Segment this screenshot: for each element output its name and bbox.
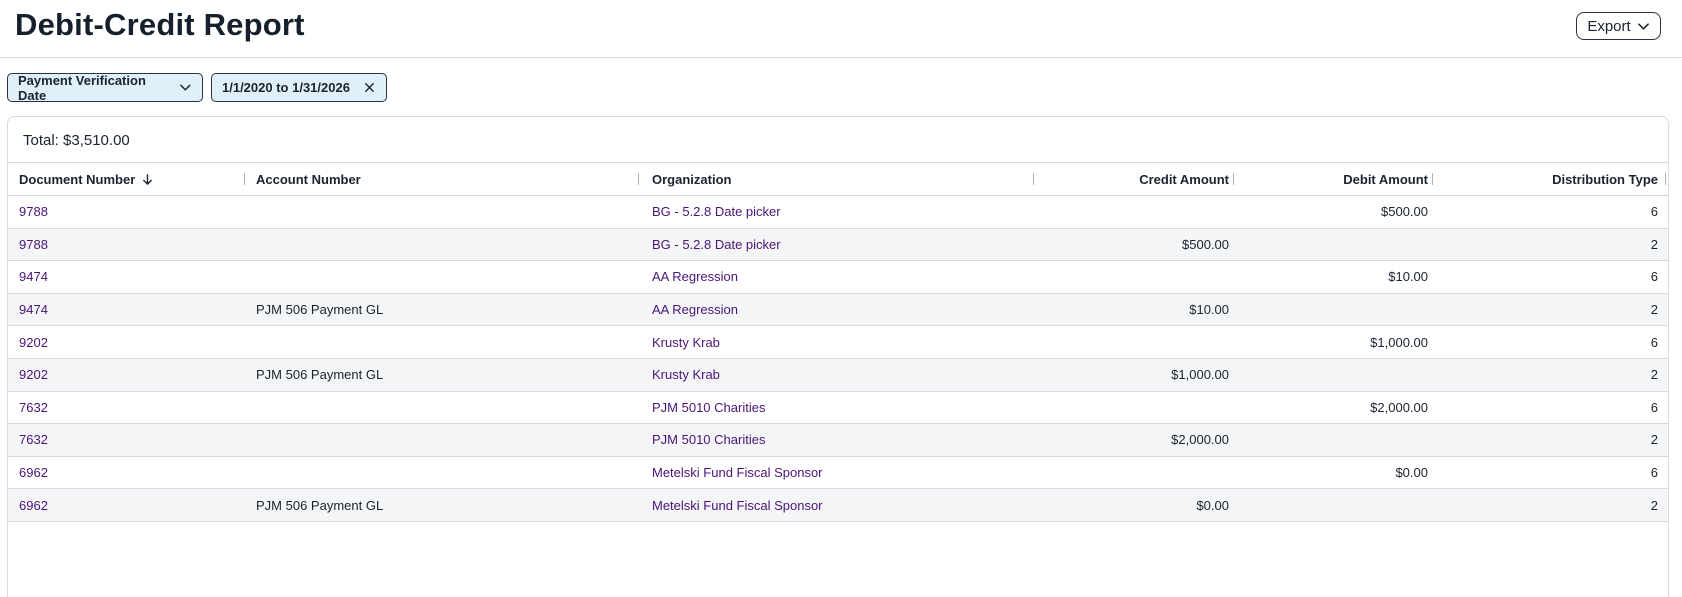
document-number-link[interactable]: 9788 — [19, 237, 48, 252]
credit-amount-cell: $10.00 — [1189, 302, 1229, 318]
document-number-link[interactable]: 6962 — [19, 498, 48, 513]
column-header-credit-amount[interactable]: Credit Amount — [1038, 163, 1229, 195]
credit-amount-cell: $0.00 — [1196, 497, 1229, 513]
column-header-account-number[interactable]: Account Number — [256, 163, 636, 195]
account-number-cell: PJM 506 Payment GL — [256, 497, 384, 513]
document-number-link[interactable]: 9202 — [19, 335, 48, 350]
chevron-down-icon — [1637, 22, 1649, 30]
column-resize-handle[interactable] — [638, 173, 639, 185]
debit-amount-cell: $500.00 — [1381, 204, 1428, 220]
distribution-type-cell: 2 — [1650, 432, 1658, 448]
organization-link[interactable]: Metelski Fund Fiscal Sponsor — [652, 498, 823, 513]
chevron-down-icon — [180, 84, 191, 91]
organization-link[interactable]: PJM 5010 Charities — [652, 400, 765, 415]
sort-arrow-down-icon — [143, 173, 153, 185]
table-row: 9788 BG - 5.2.8 Date picker $500.00 6 — [8, 196, 1668, 229]
table-row: 7632 PJM 5010 Charities $2,000.00 6 — [8, 392, 1668, 425]
export-button[interactable]: Export — [1576, 12, 1661, 40]
distribution-type-cell: 2 — [1650, 302, 1658, 318]
document-number-link[interactable]: 9474 — [19, 302, 48, 317]
organization-link[interactable]: AA Regression — [652, 269, 738, 284]
column-header-label: Organization — [652, 171, 732, 187]
credit-amount-cell: $2,000.00 — [1171, 432, 1229, 448]
distribution-type-cell: 2 — [1650, 497, 1658, 513]
column-resize-handle[interactable] — [1233, 173, 1234, 185]
distribution-type-cell: 6 — [1650, 269, 1658, 285]
column-resize-handle[interactable] — [244, 173, 245, 185]
organization-link[interactable]: BG - 5.2.8 Date picker — [652, 204, 781, 219]
table-row: 9474 PJM 506 Payment GL AA Regression $1… — [8, 293, 1668, 327]
total-amount: Total: $3,510.00 — [23, 132, 130, 149]
column-resize-handle[interactable] — [1432, 173, 1433, 185]
column-header-debit-amount[interactable]: Debit Amount — [1238, 163, 1428, 195]
table-header: Document Number Account Number Organizat… — [8, 163, 1668, 196]
column-header-label: Distribution Type — [1552, 171, 1658, 187]
table-row: 6962 Metelski Fund Fiscal Sponsor $0.00 … — [8, 457, 1668, 490]
table-row: 6962 PJM 506 Payment GL Metelski Fund Fi… — [8, 489, 1668, 522]
page-title: Debit-Credit Report — [15, 7, 305, 42]
column-header-organization[interactable]: Organization — [652, 163, 1032, 195]
column-header-label: Credit Amount — [1139, 171, 1229, 187]
export-label: Export — [1587, 17, 1631, 35]
date-range-filter-chip[interactable]: 1/1/2020 to 1/31/2026 — [211, 73, 387, 102]
document-number-link[interactable]: 6962 — [19, 465, 48, 480]
document-number-link[interactable]: 7632 — [19, 432, 48, 447]
organization-link[interactable]: AA Regression — [652, 302, 738, 317]
distribution-type-cell: 6 — [1650, 204, 1658, 220]
table-row: 9202 PJM 506 Payment GL Krusty Krab $1,0… — [8, 358, 1668, 392]
document-number-link[interactable]: 7632 — [19, 400, 48, 415]
column-header-document-number[interactable]: Document Number — [19, 163, 239, 195]
date-field-filter-chip[interactable]: Payment Verification Date — [7, 72, 203, 103]
organization-link[interactable]: BG - 5.2.8 Date picker — [652, 237, 781, 252]
debit-amount-cell: $2,000.00 — [1370, 399, 1428, 415]
table-row: 9788 BG - 5.2.8 Date picker $500.00 2 — [8, 228, 1668, 262]
debit-amount-cell: $10.00 — [1388, 269, 1428, 285]
table-row: 9474 AA Regression $10.00 6 — [8, 261, 1668, 294]
debit-amount-cell: $1,000.00 — [1370, 334, 1428, 350]
column-resize-handle[interactable] — [1665, 173, 1666, 185]
account-number-cell: PJM 506 Payment GL — [256, 367, 384, 383]
distribution-type-cell: 2 — [1650, 367, 1658, 383]
distribution-type-cell: 2 — [1650, 236, 1658, 252]
organization-link[interactable]: PJM 5010 Charities — [652, 432, 765, 447]
column-header-label: Document Number — [19, 171, 136, 187]
credit-amount-cell: $1,000.00 — [1171, 367, 1229, 383]
close-icon[interactable] — [363, 81, 376, 94]
distribution-type-cell: 6 — [1650, 334, 1658, 350]
document-number-link[interactable]: 9474 — [19, 269, 48, 284]
table-body: 9788 BG - 5.2.8 Date picker $500.00 6 97… — [8, 196, 1668, 522]
debit-amount-cell: $0.00 — [1395, 465, 1428, 481]
report-table: Document Number Account Number Organizat… — [8, 162, 1668, 522]
distribution-type-cell: 6 — [1650, 399, 1658, 415]
column-header-label: Debit Amount — [1343, 171, 1428, 187]
distribution-type-cell: 6 — [1650, 465, 1658, 481]
page-header: Debit-Credit Report Export — [0, 0, 1682, 58]
document-number-link[interactable]: 9788 — [19, 204, 48, 219]
column-header-distribution-type[interactable]: Distribution Type — [1438, 163, 1658, 195]
column-resize-handle[interactable] — [1033, 173, 1034, 185]
date-range-label: 1/1/2020 to 1/31/2026 — [222, 80, 350, 95]
credit-amount-cell: $500.00 — [1182, 236, 1229, 252]
report-card: Total: $3,510.00 Document Number Account… — [7, 116, 1669, 597]
account-number-cell: PJM 506 Payment GL — [256, 302, 384, 318]
column-header-label: Account Number — [256, 171, 361, 187]
organization-link[interactable]: Metelski Fund Fiscal Sponsor — [652, 465, 823, 480]
table-row: 9202 Krusty Krab $1,000.00 6 — [8, 326, 1668, 359]
organization-link[interactable]: Krusty Krab — [652, 335, 720, 350]
organization-link[interactable]: Krusty Krab — [652, 367, 720, 382]
date-field-label: Payment Verification Date — [18, 72, 146, 103]
table-row: 7632 PJM 5010 Charities $2,000.00 2 — [8, 424, 1668, 457]
document-number-link[interactable]: 9202 — [19, 367, 48, 382]
